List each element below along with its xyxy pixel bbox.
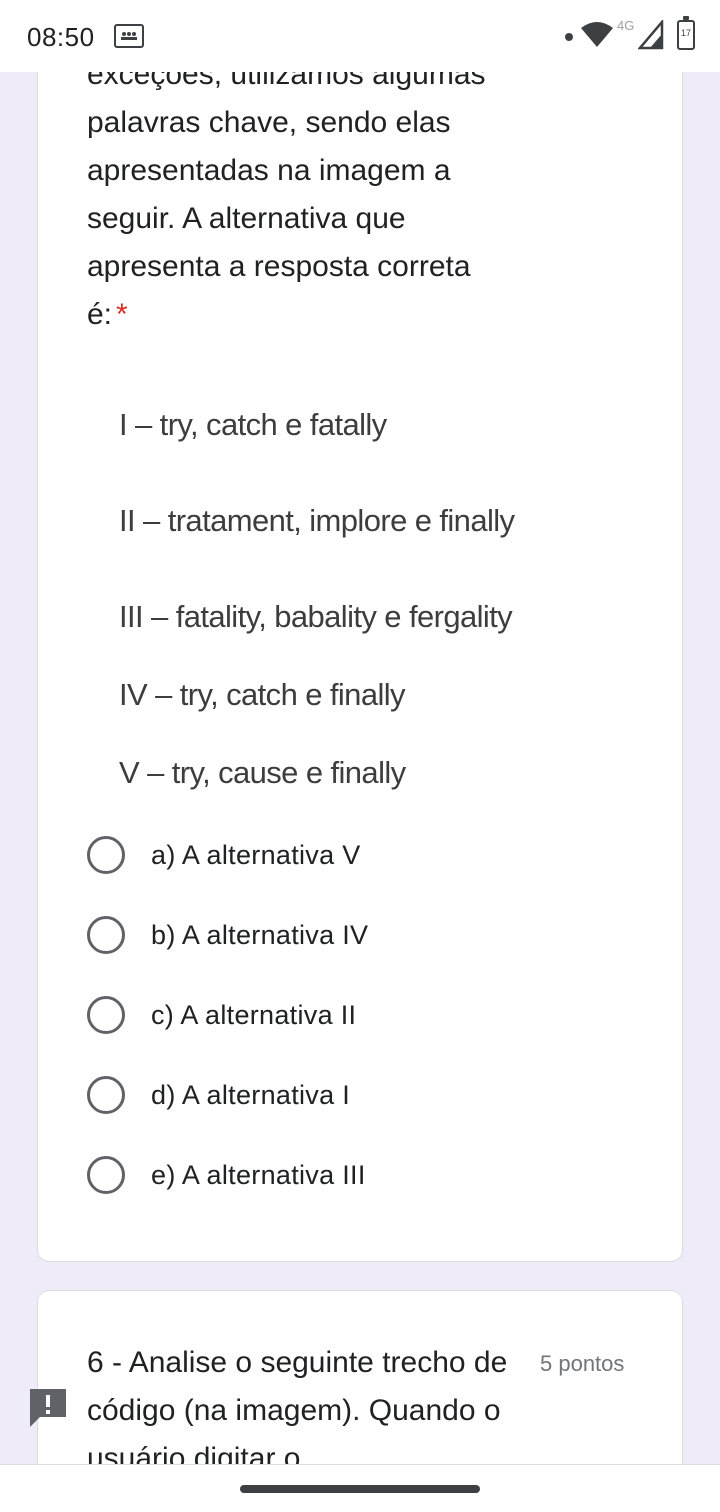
radio-option-c[interactable]: c) A alternativa II bbox=[87, 993, 356, 1037]
question-text-line: é: bbox=[87, 298, 113, 331]
option-label: b) A alternativa IV bbox=[151, 919, 369, 950]
navigation-bar bbox=[0, 1464, 720, 1512]
required-marker: * bbox=[116, 298, 128, 331]
question-text-line: apresentadas na imagem a bbox=[87, 154, 451, 187]
question-6-text: 6 - Analise o seguinte trecho de código … bbox=[87, 1346, 508, 1475]
points-label: 5 pontos bbox=[540, 1351, 625, 1376]
image-line: IV – try, catch e finally bbox=[119, 677, 406, 712]
network-type: 4G bbox=[617, 18, 635, 33]
radio-button[interactable] bbox=[87, 996, 125, 1034]
option-label: a) A alternativa V bbox=[151, 839, 361, 870]
radio-button[interactable] bbox=[87, 916, 125, 954]
radio-button[interactable] bbox=[87, 1156, 125, 1194]
radio-button[interactable] bbox=[87, 836, 125, 874]
image-line: II – tratament, implore e finally bbox=[119, 503, 515, 538]
question-text-line: palavras chave, sendo elas bbox=[87, 106, 451, 139]
status-bar: 08:50 4G 17 bbox=[0, 0, 720, 72]
status-time: 08:50 bbox=[27, 22, 95, 52]
image-line: III – fatality, babality e fergality bbox=[119, 599, 513, 634]
option-label: d) A alternativa I bbox=[151, 1079, 351, 1110]
radio-option-b[interactable]: b) A alternativa IV bbox=[87, 913, 368, 957]
battery-level: 17 bbox=[680, 28, 691, 38]
option-label: e) A alternativa III bbox=[151, 1159, 366, 1190]
radio-option-a[interactable]: a) A alternativa V bbox=[87, 833, 361, 877]
question-card-5: exceções, utilizamos algumas palavras ch… bbox=[37, 40, 683, 1262]
image-line: I – try, catch e fatally bbox=[119, 407, 387, 442]
radio-option-e[interactable]: e) A alternativa III bbox=[87, 1153, 366, 1197]
wifi-icon bbox=[581, 22, 613, 47]
notification-icon bbox=[114, 24, 144, 48]
question-text-line: apresenta a resposta correta bbox=[87, 250, 471, 283]
option-label: c) A alternativa II bbox=[151, 999, 357, 1030]
report-issue-icon[interactable] bbox=[28, 1387, 68, 1427]
radio-button[interactable] bbox=[87, 1076, 125, 1114]
signal-icon bbox=[638, 20, 664, 50]
gesture-handle[interactable] bbox=[240, 1485, 480, 1493]
image-line: V – try, cause e finally bbox=[119, 755, 406, 790]
radio-option-d[interactable]: d) A alternativa I bbox=[87, 1073, 350, 1117]
question-text-last-line: é: * bbox=[87, 291, 128, 339]
battery-icon: 17 bbox=[677, 16, 695, 50]
status-dot-icon bbox=[565, 33, 573, 41]
question-text-line: seguir. A alternativa que bbox=[87, 202, 406, 235]
